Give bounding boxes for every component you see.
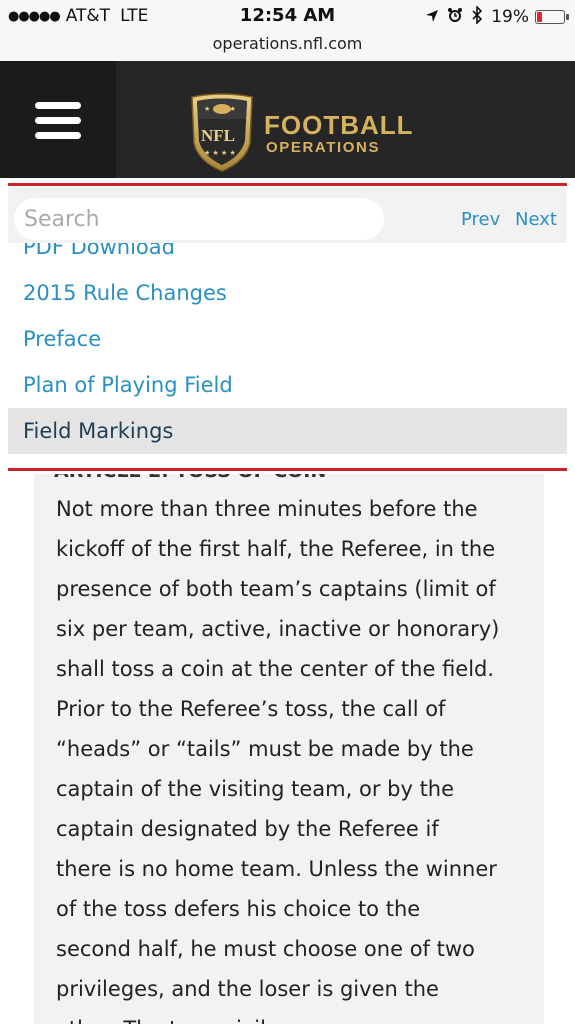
- nfl-football-operations-logo[interactable]: ★ ★ ★ ★ NFL ★ ★ ★ ★ FOOTBALL OPERATIONS: [190, 91, 414, 173]
- site-header: ★ ★ ★ ★ NFL ★ ★ ★ ★ FOOTBALL OPERATIONS: [0, 61, 575, 178]
- next-link[interactable]: Next: [515, 209, 557, 230]
- article-body-line: six per team, active, inactive or honora…: [56, 617, 500, 641]
- article-body-line: of the toss defers his choice to the: [56, 897, 421, 921]
- article-body-line: shall toss a coin at the center of the f…: [56, 657, 495, 681]
- alarm-clock-icon: [447, 7, 463, 27]
- article-body-line: “heads” or “tails” must be made by the: [56, 737, 474, 761]
- article-body-line: presence of both team’s captains (limit …: [56, 577, 496, 601]
- svg-text:★ ★ ★ ★: ★ ★ ★ ★: [204, 149, 236, 157]
- article-body-line: there is no home team. Unless the winner: [56, 857, 497, 881]
- article-body-line: captain of the visiting team, or by the: [56, 777, 455, 801]
- status-bar: ●●●●● AT&T LTE 12:54 AM 19%: [0, 0, 575, 33]
- search-bar: Prev Next: [8, 187, 567, 243]
- battery-percent: 19%: [491, 7, 529, 27]
- browser-url-bar[interactable]: operations.nfl.com: [0, 33, 575, 61]
- article-body-line: other. The two privileges are:: [56, 1009, 532, 1024]
- bluetooth-icon: [471, 5, 483, 28]
- hamburger-menu-button[interactable]: [0, 61, 116, 178]
- battery-level: [537, 12, 542, 22]
- logo-title: FOOTBALL: [264, 110, 414, 140]
- status-right: 19%: [425, 5, 569, 28]
- logo-wordmark: FOOTBALL OPERATIONS: [264, 111, 414, 157]
- battery-icon: [535, 10, 569, 24]
- article-body-line: Prior to the Referee’s toss, the call of: [56, 697, 446, 721]
- toc-item-preface[interactable]: Preface: [8, 316, 567, 362]
- svg-text:NFL: NFL: [201, 126, 235, 145]
- article-body: Not more than three minutes before the ki…: [56, 489, 532, 1024]
- hamburger-menu-icon: [35, 102, 81, 109]
- hamburger-menu-icon: [35, 117, 81, 124]
- article-body-line: kickoff of the first half, the Referee, …: [56, 537, 496, 561]
- article-body-line: Not more than three minutes before the: [56, 497, 478, 521]
- article-body-line: privileges, and the loser is given the: [56, 977, 439, 1001]
- search-input[interactable]: [14, 198, 384, 240]
- prev-link[interactable]: Prev: [461, 209, 500, 230]
- nfl-shield-icon: ★ ★ ★ ★ NFL ★ ★ ★ ★: [191, 93, 253, 172]
- table-of-contents: PDF Download 2015 Rule Changes Preface P…: [8, 243, 567, 464]
- section-divider-overlay: [8, 468, 567, 471]
- toc-item-2015-rule-changes[interactable]: 2015 Rule Changes: [8, 270, 567, 316]
- location-arrow-icon: [425, 8, 439, 27]
- toc-item-field-markings[interactable]: Field Markings: [8, 408, 567, 454]
- section-divider-top: [8, 183, 567, 186]
- logo-subtitle: OPERATIONS: [266, 139, 381, 156]
- rule-content-card: ARTICLE 2. TOSS OF COIN Not more than th…: [34, 474, 544, 1024]
- article-heading: ARTICLE 2. TOSS OF COIN: [54, 474, 326, 482]
- hamburger-menu-icon: [35, 132, 81, 139]
- screen: ●●●●● AT&T LTE 12:54 AM 19% operations.n…: [0, 0, 575, 1024]
- toc-item-pdf-download[interactable]: PDF Download: [8, 243, 567, 270]
- toc-item-plan-of-playing-field[interactable]: Plan of Playing Field: [8, 362, 567, 408]
- url-text[interactable]: operations.nfl.com: [0, 33, 575, 53]
- article-body-line: second half, he must choose one of two: [56, 937, 475, 961]
- article-body-line: captain designated by the Referee if: [56, 817, 439, 841]
